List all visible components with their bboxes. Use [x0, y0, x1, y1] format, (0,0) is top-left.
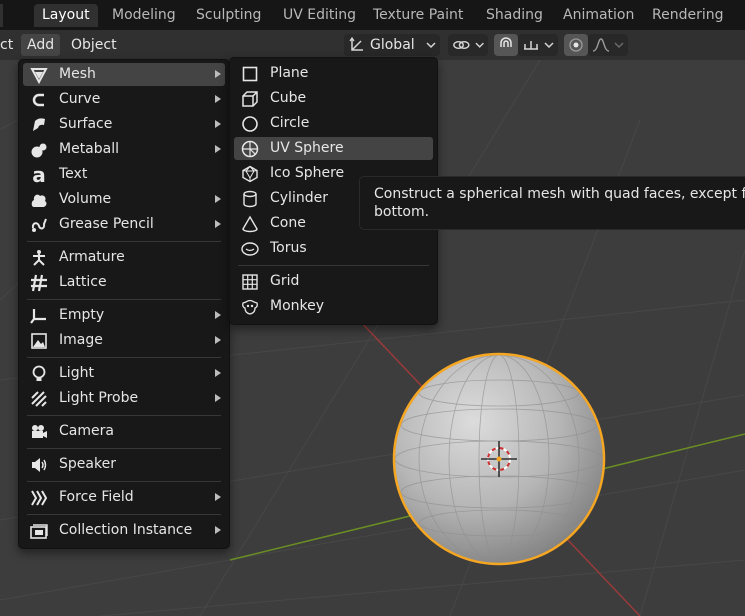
cube-icon: [240, 89, 260, 108]
menu-item-torus[interactable]: Torus: [234, 237, 433, 260]
workspace-tab-bar: Layout Modeling Sculpting UV Editing Tex…: [0, 0, 745, 30]
image-icon: [29, 331, 49, 350]
menu-item-mesh[interactable]: Mesh: [23, 63, 225, 86]
chevron-down-icon: [544, 42, 554, 49]
menu-item-light-probe[interactable]: Light Probe: [23, 387, 225, 410]
menu-item-surface[interactable]: Surface: [23, 113, 225, 136]
tab-shading[interactable]: Shading: [478, 4, 551, 27]
uv-sphere-tooltip: Construct a spherical mesh with quad fac…: [359, 176, 745, 230]
grid-icon: [240, 272, 260, 291]
lattice-icon: [29, 273, 49, 292]
monkey-icon: [240, 297, 260, 316]
menu-item-curve[interactable]: Curve: [23, 88, 225, 111]
tab-layout[interactable]: Layout: [34, 4, 98, 27]
menu-item-image[interactable]: Image: [23, 329, 225, 352]
orientation-label: Global: [370, 37, 415, 53]
tab-sculpting[interactable]: Sculpting: [188, 4, 269, 27]
menu-item-volume[interactable]: Volume: [23, 188, 225, 211]
tab-edge: [0, 4, 4, 27]
menu-item-lattice[interactable]: Lattice: [23, 271, 225, 294]
ico-sphere-icon: [240, 164, 260, 183]
menu-item-speaker[interactable]: Speaker: [23, 453, 225, 476]
metaball-icon: [29, 140, 49, 159]
empty-icon: [29, 306, 49, 325]
plane-icon: [240, 64, 260, 83]
menu-item-camera[interactable]: Camera: [23, 420, 225, 443]
add-menu: Mesh Curve Surface Metaball a Text Volum…: [18, 59, 230, 549]
object-menu[interactable]: Object: [65, 34, 123, 56]
cylinder-icon: [240, 189, 260, 208]
menu-item-uv-sphere[interactable]: UV Sphere: [234, 137, 433, 160]
tab-modeling[interactable]: Modeling: [104, 4, 184, 27]
grease-pencil-icon: [29, 215, 49, 234]
armature-icon: [29, 248, 49, 267]
snap-toggle[interactable]: [494, 34, 518, 56]
menu-item-text[interactable]: a Text: [23, 163, 225, 186]
chevron-down-icon: [475, 42, 484, 48]
tooltip-line-1: Construct a spherical mesh with quad fac…: [374, 186, 745, 202]
snap-increment-icon: [524, 41, 538, 50]
orientation-axes-icon: [349, 36, 363, 51]
light-probe-icon: [29, 389, 49, 408]
menu-item-metaball[interactable]: Metaball: [23, 138, 225, 161]
tooltip-line-2: bottom.: [374, 204, 430, 220]
menu-item-cube[interactable]: Cube: [234, 87, 433, 110]
tab-animation[interactable]: Animation: [555, 4, 642, 27]
transform-orientation-dropdown[interactable]: Global: [344, 34, 440, 56]
surface-icon: [29, 115, 49, 134]
viewport-header: ct Add Object Global: [0, 30, 745, 60]
menu-item-force-field[interactable]: Force Field: [23, 486, 225, 509]
cone-icon: [240, 214, 260, 233]
speaker-icon: [29, 455, 49, 474]
chevron-down-icon: [614, 42, 624, 49]
force-field-icon: [29, 488, 49, 507]
volume-icon: [29, 190, 49, 209]
tab-rendering[interactable]: Rendering: [644, 4, 732, 27]
tab-texture-paint[interactable]: Texture Paint: [365, 4, 471, 27]
menu-item-collection-instance[interactable]: Collection Instance: [23, 519, 225, 542]
menu-item-plane[interactable]: Plane: [234, 62, 433, 85]
curve-icon: [29, 90, 49, 109]
link-icon: [453, 41, 470, 49]
menu-item-light[interactable]: Light: [23, 362, 225, 385]
light-icon: [29, 364, 49, 383]
proportional-editing-toggle[interactable]: [564, 34, 588, 56]
select-menu[interactable]: ct: [0, 34, 19, 56]
camera-icon: [29, 422, 49, 441]
proportional-editing-icon: [569, 38, 583, 52]
text-icon: a: [32, 162, 46, 187]
magnet-icon: [500, 37, 512, 47]
menu-item-grease-pencil[interactable]: Grease Pencil: [23, 213, 225, 236]
add-menu-button[interactable]: Add: [21, 34, 61, 56]
tab-uv-editing[interactable]: UV Editing: [275, 4, 364, 27]
menu-item-monkey[interactable]: Monkey: [234, 295, 433, 318]
collection-instance-icon: [29, 521, 49, 540]
uv-sphere-icon: [240, 139, 260, 158]
menu-item-armature[interactable]: Armature: [23, 246, 225, 269]
chevron-down-icon: [426, 42, 436, 49]
menu-item-grid[interactable]: Grid: [234, 270, 433, 293]
falloff-curve-icon: [592, 38, 610, 52]
mesh-icon: [29, 65, 49, 84]
snap-target-dropdown[interactable]: [518, 34, 558, 56]
torus-icon: [240, 239, 260, 258]
proportional-falloff-dropdown[interactable]: [588, 34, 628, 56]
circle-icon: [240, 114, 260, 133]
menu-item-empty[interactable]: Empty: [23, 304, 225, 327]
pivot-point-dropdown[interactable]: [448, 34, 488, 56]
menu-item-circle[interactable]: Circle: [234, 112, 433, 135]
